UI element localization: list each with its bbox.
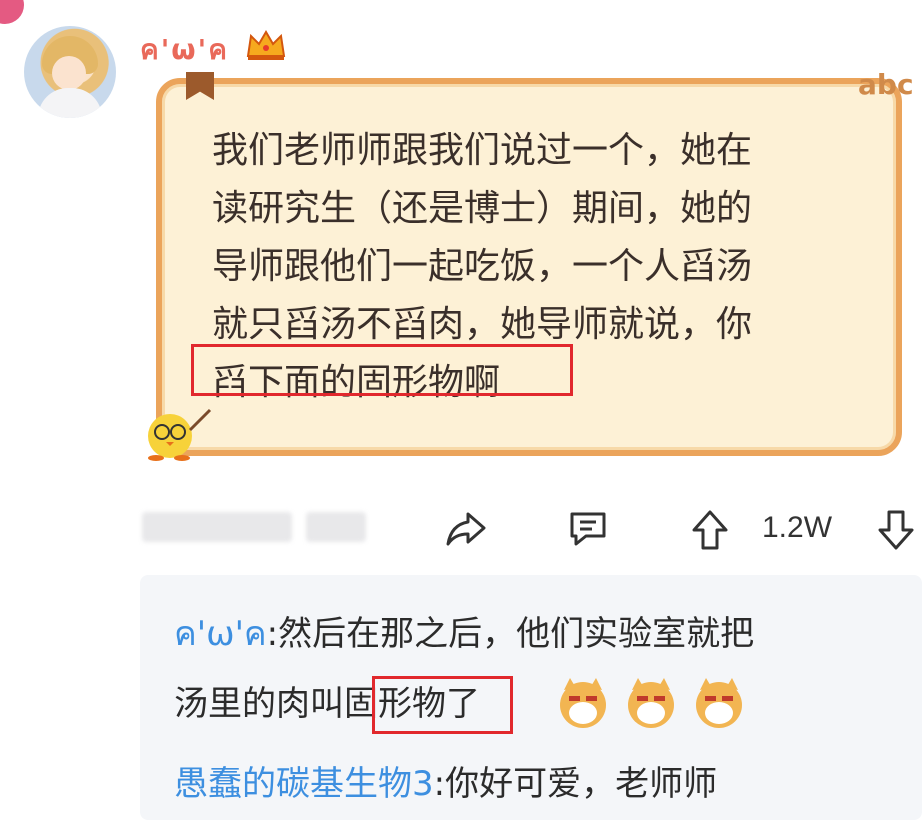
share-icon[interactable] <box>444 508 488 548</box>
upvote-icon[interactable] <box>690 508 730 552</box>
comment-icon[interactable] <box>566 508 610 548</box>
doge-emoji <box>560 678 606 728</box>
doge-emoji <box>628 678 674 728</box>
post-line: 导师跟他们一起吃饭，一个人舀汤 <box>212 246 753 287</box>
comment-text: 汤里的肉叫 <box>174 684 344 724</box>
avatar[interactable] <box>24 26 116 118</box>
crown-icon <box>246 30 286 60</box>
corner-badge <box>0 0 24 24</box>
abc-sticker: abc <box>858 68 914 101</box>
comment-separator: : <box>433 764 446 804</box>
avatar-body <box>38 88 102 118</box>
highlight-box <box>372 676 513 734</box>
chick-teacher-icon <box>148 408 212 461</box>
comment-text: 然后在那之后，他们实验室就把 <box>278 614 755 654</box>
comment-text: 你好可爱，老师师 <box>445 764 718 804</box>
downvote-icon[interactable] <box>876 508 916 552</box>
blurred-info <box>142 512 292 542</box>
blurred-info <box>306 512 366 542</box>
post-line: 我们老师师跟我们说过一个，她在 <box>212 130 753 171</box>
comment-item[interactable]: 愚蠢的碳基生物3:你好可爱，老师师 <box>174 756 717 805</box>
highlight-box <box>191 344 573 396</box>
vote-count: 1.2W <box>762 511 833 544</box>
comment-username[interactable]: ค'ω'ค <box>174 614 267 654</box>
avatar-face <box>52 56 86 90</box>
comment-username[interactable]: 愚蠢的碳基生物3 <box>174 764 434 804</box>
comment-item[interactable]: ค'ω'ค:然后在那之后，他们实验室就把 <box>174 606 754 660</box>
post-line: 读研究生（还是博士）期间，她的 <box>212 188 753 229</box>
comment-separator: : <box>266 614 279 654</box>
post-username[interactable]: ค'ω'ค <box>140 28 229 68</box>
doge-emoji <box>696 678 742 728</box>
